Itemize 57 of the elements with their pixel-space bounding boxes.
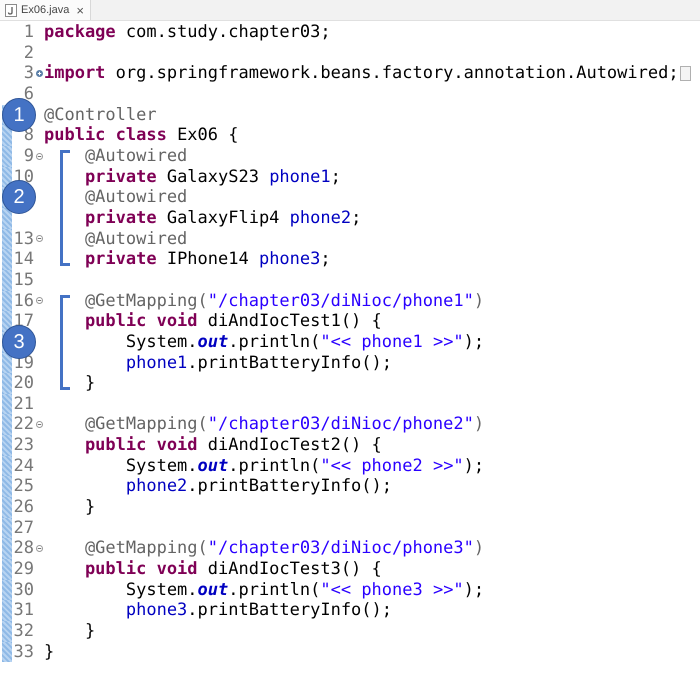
code-line: private IPhone14 phone3; <box>84 249 331 270</box>
close-button[interactable]: × <box>76 2 84 18</box>
line-number: 27 <box>14 518 34 538</box>
code-line: @GetMapping("/chapter03/diNioc/phone2") <box>84 414 484 436</box>
code-line: package com.study.chapter03; <box>44 22 331 43</box>
code-line: phone3.printBatteryInfo(); <box>124 600 392 622</box>
code-line: } <box>84 373 96 394</box>
code-line: private GalaxyFlip4 phone2; <box>84 208 362 229</box>
code-line: public void diAndIocTest3() { <box>84 559 382 580</box>
line-number: 30 <box>14 580 34 600</box>
code-line: import org.springframework.beans.factory.annotation.Autowired; <box>44 63 679 84</box>
line-number: 23 <box>14 435 34 456</box>
line-number: 14 <box>14 249 34 270</box>
line-number: 1 <box>24 22 34 42</box>
code-line: @Autowired <box>84 146 188 167</box>
code-line: @GetMapping("/chapter03/diNioc/phone1") <box>84 290 484 312</box>
code-line: phone2.printBatteryInfo(); <box>124 476 392 498</box>
line-number: 33 <box>14 642 34 662</box>
line-number: 3 <box>24 63 34 84</box>
code-line: } <box>84 621 96 642</box>
code-line: @GetMapping("/chapter03/diNioc/phone3") <box>84 538 484 560</box>
code-line: } <box>84 497 96 518</box>
code-line: public class Ex06 { <box>44 125 238 146</box>
code-line: @Autowired <box>84 228 188 250</box>
code-line: System.out.println("<< phone3 >>"); <box>124 580 484 600</box>
line-number: 32 <box>14 621 34 642</box>
collapse-icon[interactable] <box>36 235 42 242</box>
java-file-icon <box>5 4 17 16</box>
collapse-icon[interactable] <box>36 545 42 552</box>
line-number: 28 <box>14 538 34 558</box>
line-number: 9 <box>24 146 34 166</box>
line-number: 21 <box>14 394 34 414</box>
line-number: 31 <box>14 600 34 620</box>
code-line: phone1.printBatteryInfo(); <box>124 352 392 374</box>
line-number: 16 <box>14 290 34 311</box>
code-line: @Controller <box>44 104 157 126</box>
line-number: 25 <box>14 476 34 496</box>
collapse-icon[interactable] <box>36 152 42 160</box>
editor-tab[interactable]: Ex06.java × <box>0 0 91 20</box>
code-line: System.out.println("<< phone2 >>"); <box>124 456 484 476</box>
line-number: 2 <box>24 42 34 63</box>
line-number: 26 <box>14 497 34 518</box>
collapse-icon[interactable] <box>36 297 42 304</box>
line-number: 22 <box>14 414 34 434</box>
line-number: 13 <box>14 228 34 249</box>
code-line: @Autowired <box>84 187 188 208</box>
code-line: public void diAndIocTest1() { <box>84 311 382 332</box>
code-line: } <box>44 642 54 662</box>
line-number: 29 <box>14 559 34 580</box>
line-number: 20 <box>14 373 34 394</box>
line-number: 15 <box>14 270 34 290</box>
code-line: private GalaxyS23 phone1; <box>84 166 341 188</box>
expand-icon[interactable] <box>36 70 42 78</box>
line-number: 24 <box>14 456 34 476</box>
code-line: System.out.println("<< phone1 >>"); <box>124 332 484 353</box>
code-line: public void diAndIocTest2() { <box>84 435 382 456</box>
collapse-icon[interactable] <box>36 421 42 428</box>
